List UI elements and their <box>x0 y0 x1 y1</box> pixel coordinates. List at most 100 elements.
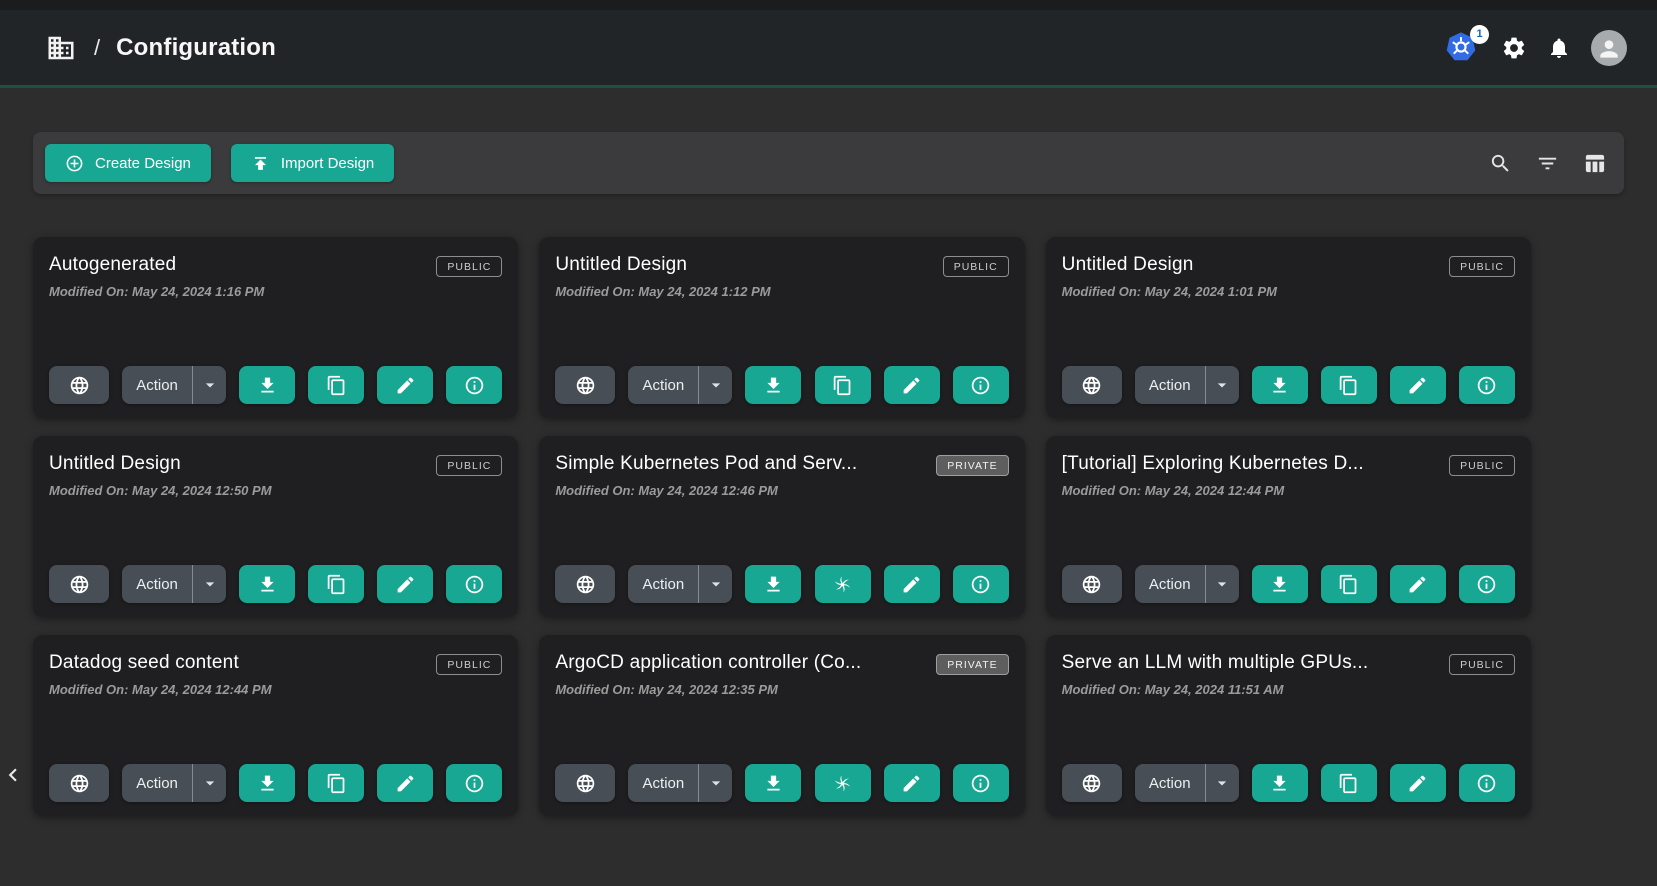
info-button[interactable] <box>953 565 1009 603</box>
publish-globe-button[interactable] <box>555 764 615 802</box>
card-title: Untitled Design <box>1062 254 1194 276</box>
clone-button[interactable] <box>1321 764 1377 802</box>
clone-button[interactable] <box>308 764 364 802</box>
clone-button[interactable] <box>308 565 364 603</box>
edit-button[interactable] <box>377 565 433 603</box>
info-icon <box>970 375 991 396</box>
clone-icon <box>326 773 347 794</box>
action-dropdown-toggle[interactable] <box>699 375 732 395</box>
user-avatar[interactable] <box>1591 30 1627 66</box>
clone-button[interactable] <box>815 366 871 404</box>
chevron-down-icon <box>1212 574 1232 594</box>
action-dropdown-toggle[interactable] <box>699 773 732 793</box>
edit-button[interactable] <box>377 366 433 404</box>
settings-gear-icon[interactable] <box>1501 35 1527 61</box>
filter-icon[interactable] <box>1536 152 1559 175</box>
action-split-button[interactable]: Action <box>628 366 732 404</box>
action-split-button[interactable]: Action <box>628 764 732 802</box>
action-dropdown-toggle[interactable] <box>1206 773 1239 793</box>
publish-globe-button[interactable] <box>1062 565 1122 603</box>
organization-building-icon[interactable] <box>46 33 76 63</box>
configuration-content: Create Design Import Design Autogenerate… <box>0 132 1657 816</box>
action-button-label[interactable]: Action <box>628 775 698 792</box>
action-dropdown-toggle[interactable] <box>193 375 226 395</box>
edit-button[interactable] <box>377 764 433 802</box>
action-split-button[interactable]: Action <box>1135 366 1239 404</box>
table-view-icon[interactable] <box>1583 152 1606 175</box>
edit-button[interactable] <box>1390 764 1446 802</box>
publish-globe-button[interactable] <box>49 764 109 802</box>
chevron-down-icon <box>706 375 726 395</box>
action-button-label[interactable]: Action <box>122 576 192 593</box>
edit-button[interactable] <box>884 366 940 404</box>
action-split-button[interactable]: Action <box>122 764 226 802</box>
pinwheel-icon <box>832 773 853 794</box>
action-button-label[interactable]: Action <box>1135 377 1205 394</box>
action-button-label[interactable]: Action <box>122 377 192 394</box>
download-button[interactable] <box>1252 366 1308 404</box>
publish-globe-button[interactable] <box>1062 366 1122 404</box>
import-design-button[interactable]: Import Design <box>231 144 394 182</box>
action-dropdown-toggle[interactable] <box>193 574 226 594</box>
action-button-label[interactable]: Action <box>122 775 192 792</box>
download-button[interactable] <box>745 565 801 603</box>
action-split-button[interactable]: Action <box>628 565 732 603</box>
download-button[interactable] <box>745 764 801 802</box>
publish-globe-button[interactable] <box>49 366 109 404</box>
info-button[interactable] <box>953 764 1009 802</box>
publish-globe-button[interactable] <box>1062 764 1122 802</box>
action-button-label[interactable]: Action <box>1135 775 1205 792</box>
action-dropdown-toggle[interactable] <box>1206 574 1239 594</box>
info-button[interactable] <box>446 366 502 404</box>
clone-button[interactable] <box>1321 366 1377 404</box>
action-dropdown-toggle[interactable] <box>1206 375 1239 395</box>
download-button[interactable] <box>239 764 295 802</box>
clone-button[interactable] <box>1321 565 1377 603</box>
create-design-button[interactable]: Create Design <box>45 144 211 182</box>
action-split-button[interactable]: Action <box>1135 764 1239 802</box>
search-icon[interactable] <box>1489 152 1512 175</box>
edit-button[interactable] <box>1390 565 1446 603</box>
breadcrumb-separator: / <box>94 35 100 61</box>
action-dropdown-toggle[interactable] <box>193 773 226 793</box>
action-split-button[interactable]: Action <box>122 565 226 603</box>
action-split-button[interactable]: Action <box>1135 565 1239 603</box>
download-button[interactable] <box>1252 565 1308 603</box>
action-button-label[interactable]: Action <box>628 377 698 394</box>
publish-globe-button[interactable] <box>49 565 109 603</box>
download-button[interactable] <box>239 565 295 603</box>
notifications-bell-icon[interactable] <box>1547 36 1571 60</box>
action-split-button[interactable]: Action <box>122 366 226 404</box>
design-pinwheel-button[interactable] <box>815 764 871 802</box>
action-button-label[interactable]: Action <box>628 576 698 593</box>
edit-button[interactable] <box>884 565 940 603</box>
download-button[interactable] <box>239 366 295 404</box>
card-title: Untitled Design <box>555 254 687 276</box>
download-icon <box>763 574 784 595</box>
action-button-label[interactable]: Action <box>1135 576 1205 593</box>
card-title: Autogenerated <box>49 254 176 276</box>
chevron-down-icon <box>1212 773 1232 793</box>
download-button[interactable] <box>745 366 801 404</box>
info-button[interactable] <box>1459 565 1515 603</box>
design-card: Datadog seed content PUBLIC Modified On:… <box>33 635 518 816</box>
design-pinwheel-button[interactable] <box>815 565 871 603</box>
info-button[interactable] <box>446 764 502 802</box>
info-button[interactable] <box>446 565 502 603</box>
clone-button[interactable] <box>308 366 364 404</box>
edit-button[interactable] <box>1390 366 1446 404</box>
clone-icon <box>326 375 347 396</box>
edit-button[interactable] <box>884 764 940 802</box>
edit-pencil-icon <box>1407 375 1428 396</box>
info-button[interactable] <box>1459 366 1515 404</box>
download-button[interactable] <box>1252 764 1308 802</box>
info-button[interactable] <box>1459 764 1515 802</box>
kubernetes-context-button[interactable]: 1 <box>1445 31 1481 65</box>
publish-globe-button[interactable] <box>555 366 615 404</box>
modified-on: Modified On: May 24, 2024 1:01 PM <box>1062 284 1515 299</box>
publish-globe-button[interactable] <box>555 565 615 603</box>
action-dropdown-toggle[interactable] <box>699 574 732 594</box>
info-button[interactable] <box>953 366 1009 404</box>
edit-pencil-icon <box>395 773 416 794</box>
sidebar-collapse-chevron[interactable] <box>0 760 26 790</box>
